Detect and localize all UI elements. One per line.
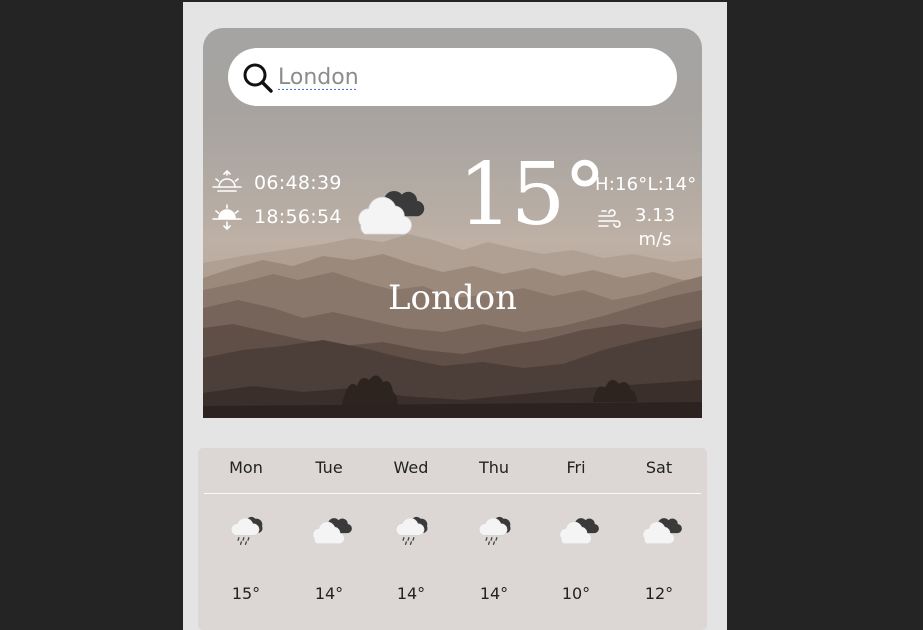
cloudy-icon [312,517,353,545]
forecast-day-name: Tue [315,458,343,477]
sunrise-icon [212,169,242,192]
forecast-day: Wed 14° [370,448,452,630]
current-temperature: 15° [458,145,606,245]
forecast-day-name: Sat [645,458,673,477]
wind-speed-unit: m/s [638,229,672,250]
wind-info: 3.13 m/s [597,204,675,252]
wind-speed: 3.13 m/s [635,204,675,252]
rain-icon [395,516,429,546]
forecast-day-temp: 14° [396,584,426,603]
forecast-day-name: Mon [229,458,263,477]
city-search-input[interactable] [278,60,658,94]
rain-icon [230,516,264,546]
city-name: London [387,278,518,318]
high-low-temperature: H:16°L:14° [595,174,697,195]
rain-icon [478,516,512,546]
forecast-day-temp: 12° [644,584,674,603]
weather-app: 06:48:39 18:56:54 15° H:16°L:14° [183,2,727,630]
sunrise-info: 06:48:39 [211,169,342,197]
sunset-icon [212,204,242,231]
wind-icon [598,209,621,228]
forecast-day: Mon 15° [205,448,287,630]
wind-speed-value: 3.13 [635,205,676,226]
forecast-day: Sat 12° [618,448,700,630]
search-icon[interactable] [242,62,274,94]
forecast-day: Thu 14° [453,448,535,630]
cloudy-icon [642,517,683,545]
forecast-day: Fri 10° [535,448,617,630]
cloudy-icon [559,517,600,545]
cloudy-icon [358,190,425,235]
search-bar[interactable] [228,48,677,106]
forecast-day-temp: 14° [479,584,509,603]
forecast-day: Tue 14° [288,448,370,630]
sunset-time: 18:56:54 [254,206,342,228]
forecast-day-name: Thu [478,458,510,477]
forecast-day-temp: 10° [561,584,591,603]
forecast-day-name: Fri [566,458,586,477]
forecast-day-temp: 15° [231,584,261,603]
weekly-forecast: Mon 15° Tue 14° Wed 14° Thu 14° Fri 10° … [198,448,707,630]
sunset-info: 18:56:54 [211,203,342,231]
forecast-day-temp: 14° [314,584,344,603]
sunrise-time: 06:48:39 [254,172,342,194]
forecast-day-name: Wed [393,458,429,477]
current-weather-card: 06:48:39 18:56:54 15° H:16°L:14° [203,28,702,418]
